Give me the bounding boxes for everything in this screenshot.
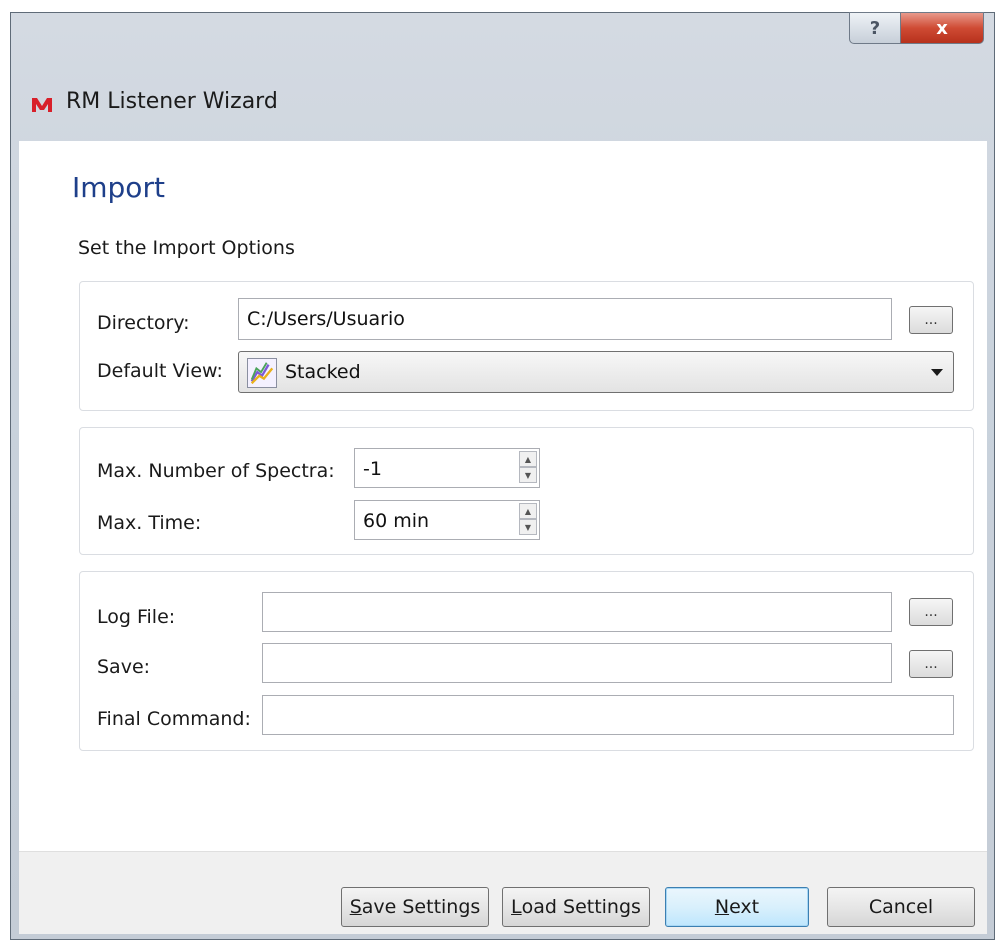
max-spectra-increment-button[interactable]: ▲ [519,451,537,467]
max-time-value: 60 min [363,510,430,532]
help-button[interactable]: ? [849,12,901,44]
chevron-down-icon [931,369,943,376]
close-icon: x [936,17,948,39]
ellipsis-icon: ... [924,312,938,328]
next-mnemonic: N [714,896,730,918]
button-bar: Save Settings Load Settings Next Cancel [19,851,987,934]
next-label: ext [729,896,760,918]
save-label: Save: [97,656,151,678]
limits-group: Max. Number of Spectra: -1 ▲ ▼ Max. Time… [79,427,974,555]
directory-browse-button[interactable]: ... [909,306,953,334]
final-command-input[interactable] [262,695,954,735]
save-settings-label: ave Settings [361,896,481,918]
next-button[interactable]: Next [665,887,809,927]
ellipsis-icon: ... [924,656,938,672]
cancel-label: Cancel [868,896,934,918]
wizard-page: Import Set the Import Options Directory:… [19,141,987,933]
log-file-label: Log File: [97,606,176,628]
page-title: Import [72,171,165,204]
load-settings-label: oad Settings [521,896,641,918]
default-view-label: Default View: [97,360,223,382]
max-spectra-value: -1 [363,458,382,480]
close-button[interactable]: x [900,12,984,44]
max-spectra-label: Max. Number of Spectra: [97,460,335,482]
save-settings-button[interactable]: Save Settings [341,887,489,927]
log-file-input[interactable] [262,592,892,632]
location-group: Directory: C:/Users/Usuario ... Default … [79,281,974,411]
output-group: Log File: ... Save: ... Final Command: [79,571,974,751]
final-command-label: Final Command: [97,708,251,730]
title-bar[interactable]: RM Listener Wizard ? x [11,12,994,141]
window-title: RM Listener Wizard [66,89,278,114]
max-time-spinbox[interactable]: 60 min ▲ ▼ [354,500,540,540]
help-icon: ? [869,17,881,39]
default-view-value: Stacked [285,361,361,383]
app-logo-icon [32,98,52,112]
save-input[interactable] [262,643,892,683]
ellipsis-icon: ... [924,604,938,620]
max-time-increment-button[interactable]: ▲ [519,503,537,519]
directory-input[interactable]: C:/Users/Usuario [238,298,892,340]
load-settings-mnemonic: L [511,896,522,918]
default-view-select[interactable]: Stacked [238,351,954,393]
page-subtitle: Set the Import Options [78,237,295,259]
cancel-button[interactable]: Cancel [827,887,975,927]
wizard-window: RM Listener Wizard ? x Import Set the Im… [10,12,995,940]
load-settings-button[interactable]: Load Settings [502,887,650,927]
max-time-decrement-button[interactable]: ▼ [519,519,537,535]
max-time-label: Max. Time: [97,512,202,534]
directory-value: C:/Users/Usuario [247,308,405,330]
save-browse-button[interactable]: ... [909,650,953,678]
max-spectra-spinbox[interactable]: -1 ▲ ▼ [354,448,540,488]
save-settings-mnemonic: S [349,896,362,918]
directory-label: Directory: [97,312,190,334]
max-spectra-decrement-button[interactable]: ▼ [519,467,537,483]
log-file-browse-button[interactable]: ... [909,598,953,626]
stacked-view-icon [247,358,277,388]
